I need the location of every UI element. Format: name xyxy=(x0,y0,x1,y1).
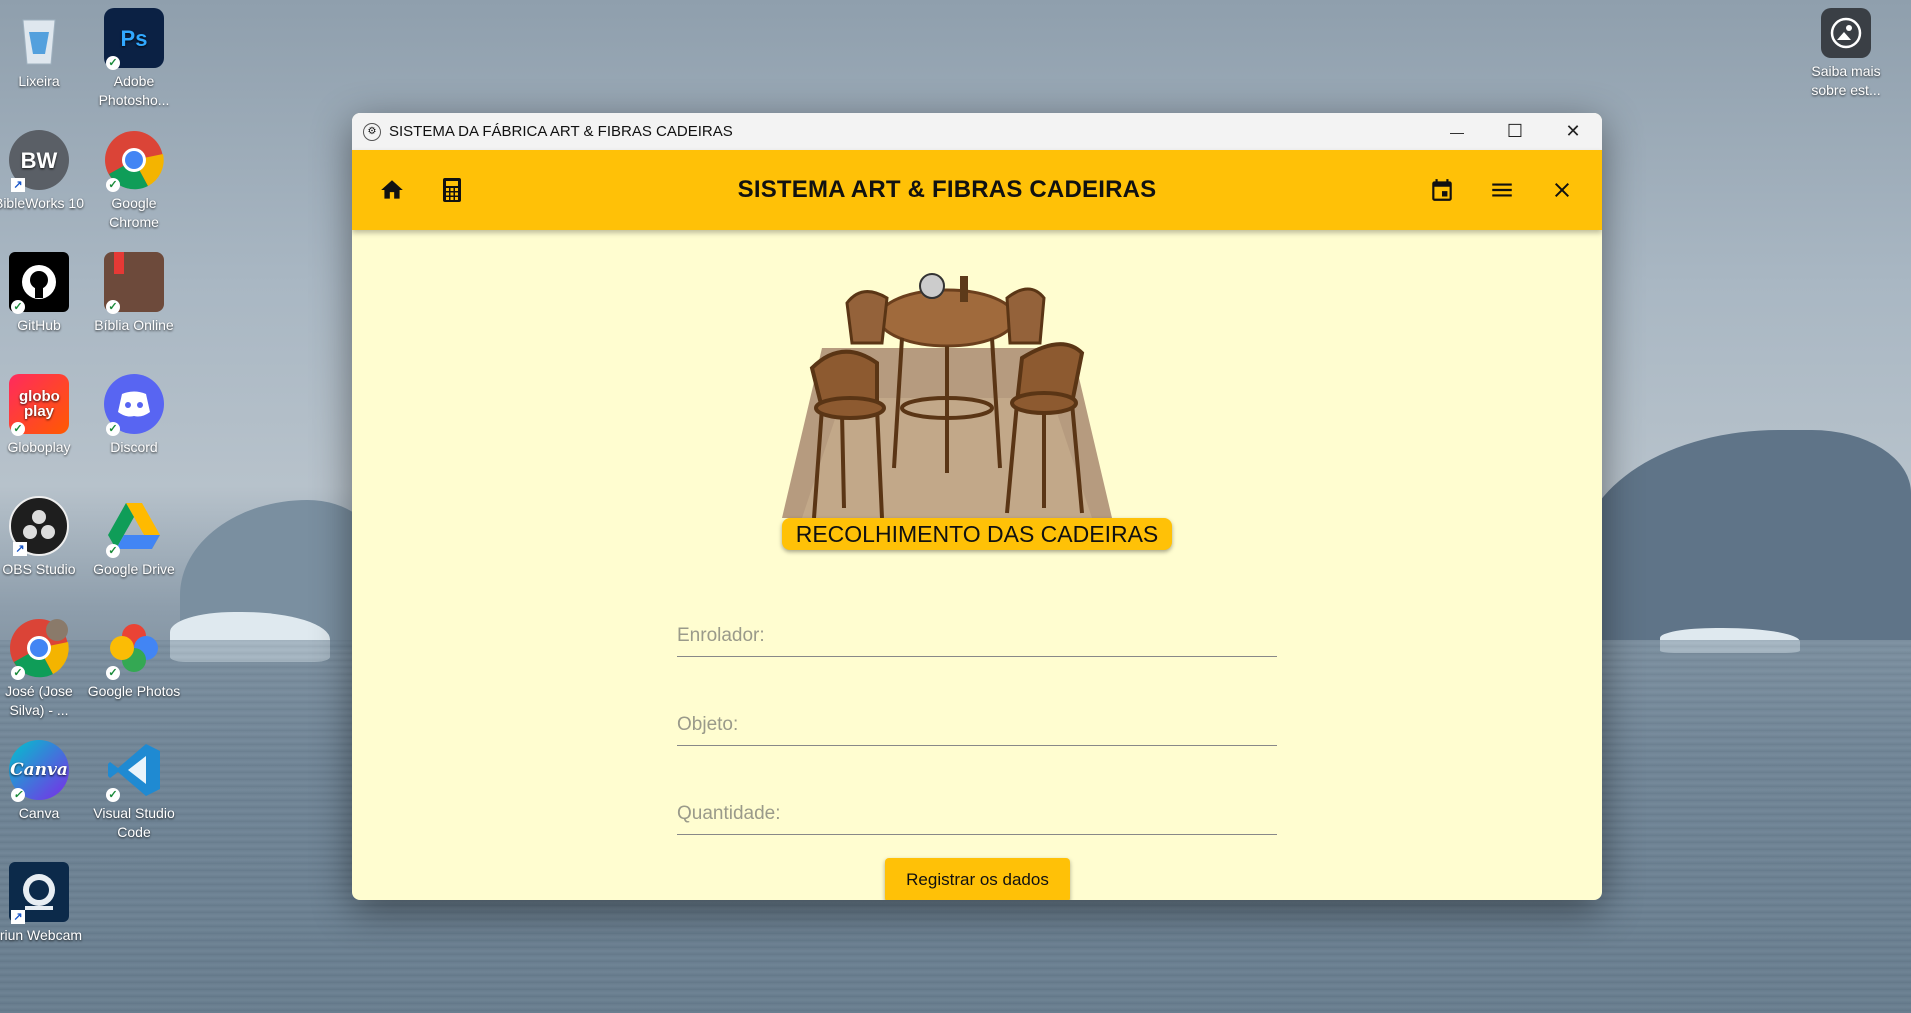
minimize-button[interactable]: — xyxy=(1428,113,1486,150)
bibleworks-icon: BW ↗ xyxy=(9,130,69,192)
window-title: SISTEMA DA FÁBRICA ART & FIBRAS CADEIRAS xyxy=(389,123,733,140)
obs-icon: ↗ xyxy=(9,496,69,556)
desktop-icon-photoshop[interactable]: Ps ✓ Adobe Photosho... xyxy=(86,8,182,110)
calculator-icon xyxy=(443,178,461,202)
enrolador-input[interactable] xyxy=(677,625,1277,647)
github-icon: ✓ xyxy=(9,252,69,314)
chair-back-left xyxy=(845,290,889,345)
window-close-button[interactable]: ✕ xyxy=(1544,113,1602,150)
app-window: ⚙ SISTEMA DA FÁBRICA ART & FIBRAS CADEIR… xyxy=(352,113,1602,900)
app-toolbar: SISTEMA ART & FIBRAS CADEIRAS xyxy=(352,150,1602,230)
desktop-icon-chrome[interactable]: ✓ Google Chrome xyxy=(86,130,182,232)
desktop-icon-chrome-profile[interactable]: ✓ José (Jose Silva) - ... xyxy=(0,618,87,720)
quantidade-field[interactable] xyxy=(677,800,1277,835)
discord-icon: ✓ xyxy=(104,374,164,436)
chairs-photo xyxy=(782,273,1112,518)
desktop-icon-iriun-webcam[interactable]: ↗ Iriun Webcam xyxy=(0,862,87,945)
webcam-icon: ↗ xyxy=(9,862,69,924)
google-photos-icon: ✓ xyxy=(104,618,164,680)
calculator-button[interactable] xyxy=(422,150,482,230)
app-logo-icon: ⚙ xyxy=(363,122,381,141)
objeto-input[interactable] xyxy=(677,714,1277,736)
objeto-field[interactable] xyxy=(677,711,1277,746)
desktop-icon-discord[interactable]: ✓ Discord xyxy=(86,374,182,457)
chair-back-right xyxy=(1005,287,1046,345)
register-button[interactable]: Registrar os dados xyxy=(885,858,1070,900)
chrome-icon: ✓ xyxy=(104,130,164,192)
desktop-icon-saiba-mais[interactable]: Saiba mais sobre est... xyxy=(1796,8,1896,100)
desktop-icon-google-photos[interactable]: ✓ Google Photos xyxy=(86,618,182,701)
globoplay-icon: globo play ✓ xyxy=(9,374,69,436)
google-drive-icon: ✓ xyxy=(104,496,164,558)
desktop-icon-obs[interactable]: ↗ OBS Studio xyxy=(0,496,87,579)
calendar-button[interactable] xyxy=(1412,150,1472,230)
recycle-bin-icon xyxy=(9,8,69,68)
close-button[interactable] xyxy=(1532,150,1592,230)
calendar-icon xyxy=(1432,179,1452,201)
maximize-button[interactable]: ☐ xyxy=(1486,113,1544,150)
home-button[interactable] xyxy=(362,150,422,230)
desktop-icon-lixeira[interactable]: Lixeira xyxy=(0,8,87,91)
bible-icon: ✓ xyxy=(104,252,164,314)
enrolador-field[interactable] xyxy=(677,622,1277,657)
vscode-icon: ✓ xyxy=(104,740,164,802)
menu-icon xyxy=(1492,183,1512,197)
photoshop-icon: Ps ✓ xyxy=(104,8,164,70)
home-icon xyxy=(381,180,403,199)
desktop-icon-globoplay[interactable]: globo play ✓ Globoplay xyxy=(0,374,87,457)
app-title: SISTEMA ART & FIBRAS CADEIRAS xyxy=(737,176,1157,203)
section-banner: RECOLHIMENTO DAS CADEIRAS xyxy=(782,518,1172,550)
desktop-icon-github[interactable]: ✓ GitHub xyxy=(0,252,87,335)
chrome-profile-icon: ✓ xyxy=(9,618,69,680)
desktop-icon-bibleworks[interactable]: BW ↗ BibleWorks 10 xyxy=(0,130,87,213)
learn-more-icon xyxy=(1821,8,1871,58)
main-content: RECOLHIMENTO DAS CADEIRAS Registrar os d… xyxy=(352,230,1602,900)
background-mountain xyxy=(1580,430,1911,640)
quantidade-input[interactable] xyxy=(677,803,1277,825)
desktop-icon-biblia-online[interactable]: ✓ Bíblia Online xyxy=(86,252,182,335)
menu-button[interactable] xyxy=(1472,150,1532,230)
close-icon xyxy=(1555,183,1569,197)
desktop-icon-canva[interactable]: Canva ✓ Canva xyxy=(0,740,87,823)
canva-icon: Canva ✓ xyxy=(9,740,69,802)
desktop-icon-vscode[interactable]: ✓ Visual Studio Code xyxy=(86,740,182,842)
desktop-icon-google-drive[interactable]: ✓ Google Drive xyxy=(86,496,182,579)
window-titlebar: ⚙ SISTEMA DA FÁBRICA ART & FIBRAS CADEIR… xyxy=(352,113,1602,150)
